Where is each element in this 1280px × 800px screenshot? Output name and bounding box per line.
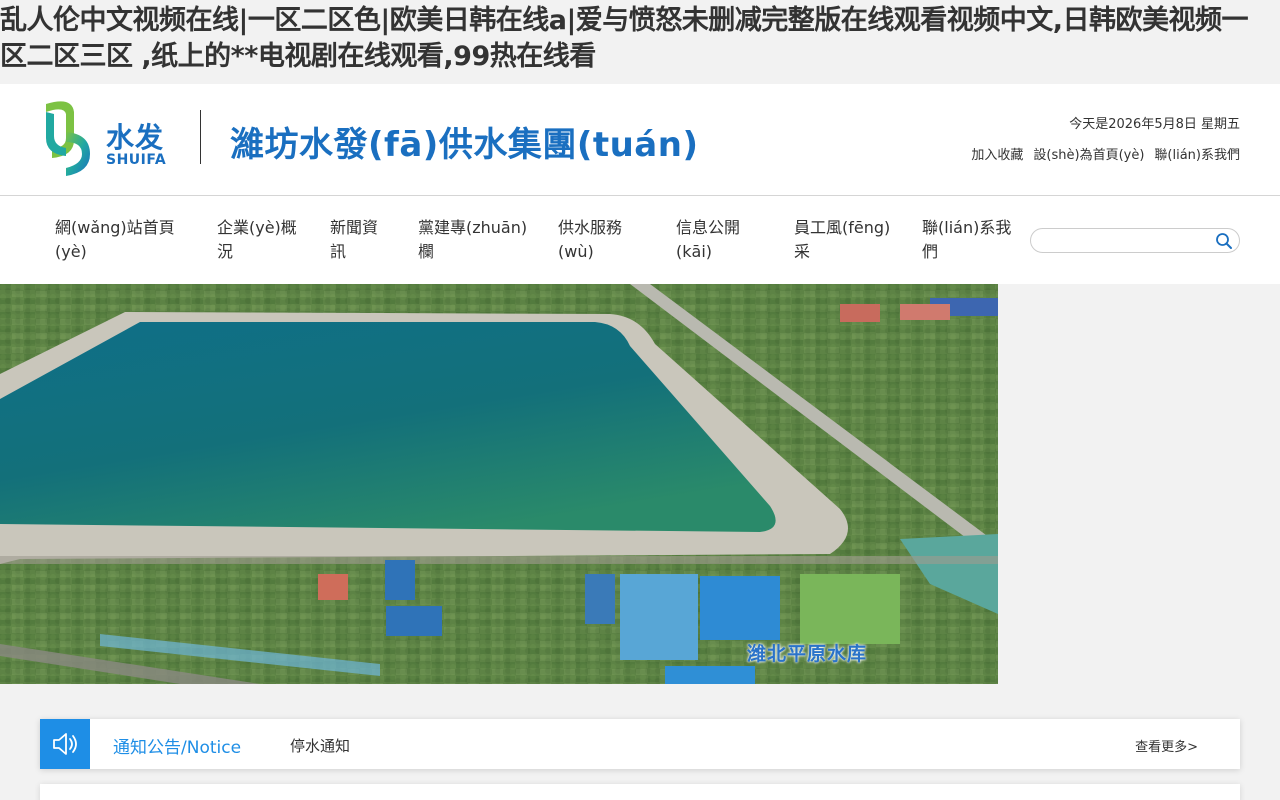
logo-text-cn: 水发: [106, 121, 165, 154]
nav-item-disclosure[interactable]: 信息公開 (kāi): [676, 216, 740, 264]
site-header: 水发 SHUIFA 濰坊水發(fā)供水集團(tuán) 今天是2026年5月8…: [0, 84, 1280, 195]
nav-item-contact[interactable]: 聯(lián)系我們: [922, 216, 1011, 264]
site-name: 濰坊水發(fā)供水集團(tuán): [230, 125, 699, 165]
nav-item-contact-line1: 聯(lián)系我: [922, 218, 1012, 237]
notice-item-link[interactable]: 停水通知: [290, 735, 350, 756]
notice-bar: 通知公告/Notice 停水通知 查看更多>: [40, 719, 1240, 769]
nav-item-about-line2: 況: [217, 242, 234, 261]
quick-links: 加入收藏 設(shè)為首頁(yè) 聯(lián)系我們: [971, 144, 1240, 163]
nav-item-service-line1: 供水服務: [558, 218, 623, 237]
nav-item-party-line1: 黨建專(zhuān): [418, 218, 528, 237]
nav-item-home-line2: (yè): [55, 242, 87, 261]
shuifa-logo-mark-icon: [46, 101, 90, 176]
speaker-icon: [53, 733, 77, 755]
set-homepage-link[interactable]: 設(shè)為首頁(yè): [1033, 144, 1144, 163]
search-input[interactable]: [1041, 232, 1211, 250]
notice-more-link[interactable]: 查看更多>: [1135, 736, 1198, 755]
nav-item-disclosure-line1: 信息公開: [676, 218, 741, 237]
search-box: [1030, 228, 1240, 253]
logo-text-en: SHUIFA: [106, 152, 167, 168]
nav-item-staff-line1: 員工風(fēng): [794, 218, 891, 237]
notice-icon-box: [40, 719, 90, 769]
reservoir-aerial-image: [0, 284, 998, 684]
notice-heading: 通知公告/Notice: [113, 738, 242, 758]
page-top-title: 乱人伦中文视频在线|一区二区色|欧美日韩在线a|爱与愤怒未删减完整版在线观看视频…: [0, 0, 1280, 84]
nav-item-home-line1: 網(wǎng)站首頁: [55, 218, 175, 237]
shuifa-logo[interactable]: 水发 SHUIFA: [42, 98, 172, 176]
nav-item-disclosure-line2: (kāi): [676, 242, 712, 261]
nav-item-party[interactable]: 黨建專(zhuān) 欄: [418, 216, 527, 264]
nav-item-news-line2: 訊: [330, 242, 347, 261]
content-panel: [40, 784, 1240, 800]
nav-item-news-line1: 新聞資: [330, 218, 379, 237]
main-nav: 網(wǎng)站首頁 (yè) 企業(yè)概況 新聞資訊 黨建專(zhuān) 欄…: [0, 196, 1280, 284]
nav-item-contact-line2: 們: [922, 242, 939, 261]
add-favorite-link[interactable]: 加入收藏: [971, 144, 1023, 163]
nav-item-about[interactable]: 企業(yè)概況: [217, 216, 297, 264]
logo-divider: [200, 110, 201, 164]
nav-item-about-line1: 企業(yè)概: [217, 218, 297, 237]
nav-item-staff-line2: 采: [794, 242, 811, 261]
nav-item-service[interactable]: 供水服務 (wù): [558, 216, 622, 264]
hero-banner[interactable]: 潍北平原水库: [0, 284, 998, 684]
banner-caption: 潍北平原水库: [747, 643, 868, 665]
nav-item-service-line2: (wù): [558, 242, 594, 261]
nav-item-staff[interactable]: 員工風(fēng) 采: [794, 216, 890, 264]
nav-item-news[interactable]: 新聞資訊: [330, 216, 378, 264]
nav-item-home[interactable]: 網(wǎng)站首頁 (yè): [55, 216, 175, 264]
contact-us-link[interactable]: 聯(lián)系我們: [1154, 144, 1240, 163]
date-text: 今天是2026年5月8日 星期五: [1069, 117, 1240, 132]
search-icon[interactable]: [1215, 232, 1233, 250]
nav-item-party-line2: 欄: [418, 242, 435, 261]
